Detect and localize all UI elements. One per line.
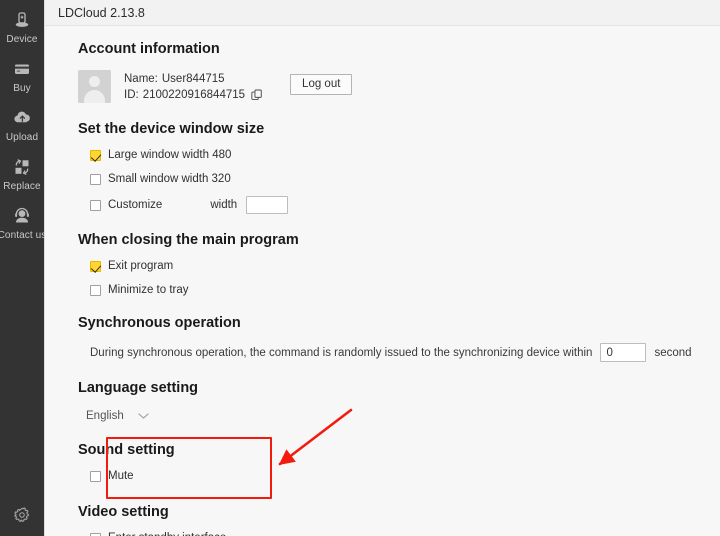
copy-icon[interactable] [251, 89, 263, 101]
sidebar-settings-button[interactable] [0, 504, 44, 526]
checkbox-label: Customize [108, 199, 163, 211]
avatar [78, 70, 111, 103]
account-details: Name: User844715 ID: 2100220916844715 [124, 70, 263, 103]
section-heading-window-size: Set the device window size [78, 121, 265, 137]
section-heading-video: Video setting [78, 504, 169, 520]
checkbox-label: Minimize to tray [108, 284, 189, 296]
checkbox-row-small-window[interactable]: Small window width 320 [90, 172, 231, 186]
sync-description-before: During synchronous operation, the comman… [90, 346, 593, 359]
settings-content: Account information Name: User844715 ID: [45, 26, 720, 536]
main-panel: LDCloud 2.13.8 Account information Name:… [44, 0, 720, 536]
language-select[interactable]: English [86, 409, 149, 423]
window-size-section: Set the device window size Large window … [78, 120, 720, 214]
section-heading-sync: Synchronous operation [78, 315, 241, 331]
account-id-value: 2100220916844715 [142, 89, 246, 101]
checkbox-label: Enter standby interface [108, 531, 226, 536]
checkbox-row-enter-standby-interface[interactable]: Enter standby interface [90, 531, 226, 536]
checkbox-large-window[interactable] [90, 149, 101, 161]
gear-icon [11, 504, 33, 526]
app-title: LDCloud 2.13.8 [58, 5, 145, 20]
sidebar-item-label: Replace [3, 181, 41, 192]
account-name-line: Name: User844715 [124, 71, 263, 87]
section-heading-account: Account information [78, 41, 220, 57]
sidebar-item-contact-us[interactable]: Contact us [0, 196, 47, 245]
checkbox-row-exit-program[interactable]: Exit program [90, 259, 173, 273]
width-label: width [210, 199, 238, 211]
avatar-head [89, 76, 100, 87]
logout-button[interactable]: Log out [290, 74, 353, 95]
checkbox-enter-standby-interface[interactable] [90, 532, 101, 536]
upload-cloud-icon [11, 107, 33, 129]
section-heading-sound: Sound setting [78, 442, 175, 458]
headset-icon [11, 205, 33, 227]
checkbox-row-customize[interactable]: Customize width [90, 196, 289, 214]
account-information-section: Account information Name: User844715 ID: [78, 40, 720, 103]
closing-program-section: When closing the main program Exit progr… [78, 231, 720, 297]
custom-width-group: width [210, 196, 289, 214]
checkbox-row-mute[interactable]: Mute [90, 469, 134, 483]
account-name-label: Name: [124, 73, 158, 85]
video-setting-section: Video setting Enter standby interface [78, 503, 720, 536]
checkbox-minimize-to-tray[interactable] [90, 284, 101, 296]
sync-delay-row: During synchronous operation, the comman… [90, 343, 720, 362]
replace-swap-icon [11, 156, 33, 178]
sidebar-item-label: Upload [5, 132, 39, 143]
sidebar-item-upload[interactable]: Upload [0, 98, 44, 147]
checkbox-label: Large window width 480 [108, 149, 232, 161]
sync-seconds-input[interactable] [600, 343, 647, 362]
account-id-label: ID: [124, 89, 139, 101]
synchronous-operation-section: Synchronous operation During synchronous… [78, 314, 720, 362]
checkbox-row-large-window[interactable]: Large window width 480 [90, 148, 231, 162]
sidebar-item-label: Contact us [0, 230, 47, 241]
chevron-down-icon [138, 412, 149, 420]
account-id-line: ID: 2100220916844715 [124, 87, 263, 103]
language-setting-section: Language setting English [78, 379, 720, 424]
avatar-body [84, 90, 105, 103]
sidebar-item-buy[interactable]: Buy [0, 49, 44, 98]
checkbox-label: Small window width 320 [108, 173, 231, 185]
checkbox-exit-program[interactable] [90, 260, 101, 272]
account-row: Name: User844715 ID: 2100220916844715 Lo… [78, 70, 720, 103]
checkbox-mute[interactable] [90, 470, 101, 482]
checkbox-customize[interactable] [90, 199, 101, 211]
sync-description-after: second [654, 346, 692, 359]
checkbox-label: Exit program [108, 260, 174, 272]
left-sidebar: Device Buy Upload Replace Contact us [0, 0, 47, 536]
sidebar-item-replace[interactable]: Replace [0, 147, 44, 196]
sidebar-item-label: Device [6, 34, 38, 45]
card-icon [11, 58, 33, 80]
sound-setting-section: Sound setting Mute [78, 441, 720, 483]
checkbox-label: Mute [108, 470, 134, 482]
sidebar-item-label: Buy [13, 83, 31, 94]
language-selected-value: English [86, 410, 124, 422]
section-heading-language: Language setting [78, 380, 199, 396]
account-name-value: User844715 [161, 73, 225, 85]
section-heading-closing: When closing the main program [78, 232, 299, 248]
device-icon [11, 9, 33, 31]
checkbox-small-window[interactable] [90, 173, 101, 185]
sidebar-item-device[interactable]: Device [0, 0, 44, 49]
checkbox-row-minimize-to-tray[interactable]: Minimize to tray [90, 283, 189, 297]
title-bar: LDCloud 2.13.8 [45, 0, 720, 26]
app-window: Device Buy Upload Replace Contact us LDC… [0, 0, 720, 536]
custom-width-input[interactable] [246, 196, 289, 214]
